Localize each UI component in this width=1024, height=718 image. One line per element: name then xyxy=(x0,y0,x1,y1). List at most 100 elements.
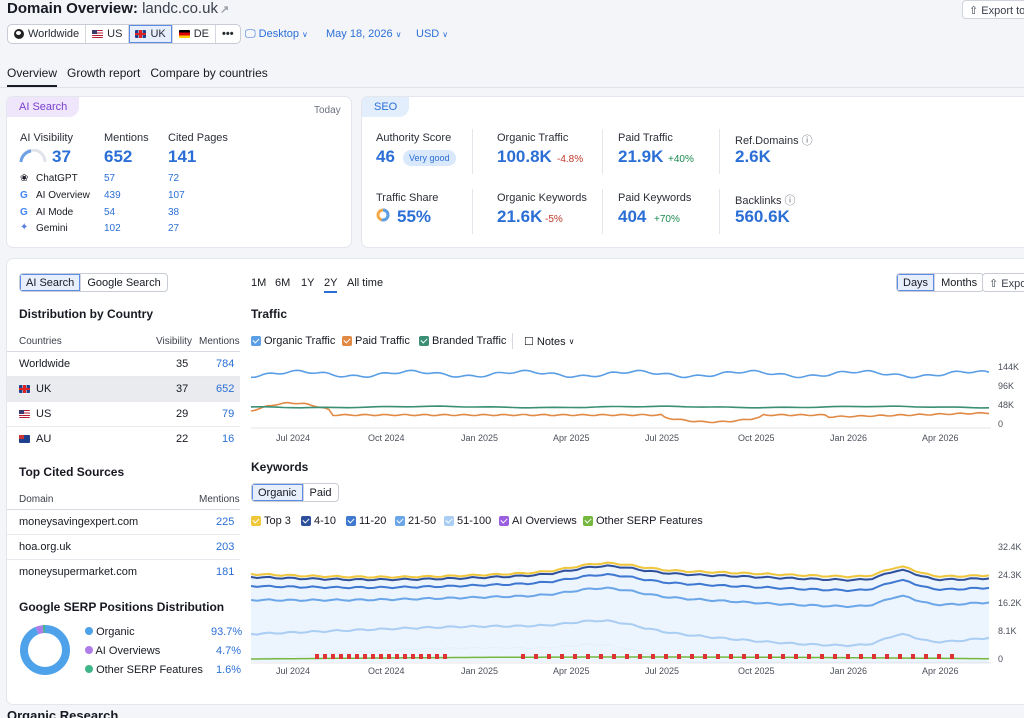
organic-traffic-value[interactable]: 100.8K xyxy=(497,147,552,167)
cited-domain[interactable]: hoa.org.uk xyxy=(19,541,71,553)
db-us[interactable]: US xyxy=(86,25,130,43)
cited-domain[interactable]: moneysupermarket.com xyxy=(19,566,137,578)
event-marker[interactable] xyxy=(690,654,694,659)
event-marker[interactable] xyxy=(703,654,707,659)
event-marker[interactable] xyxy=(363,654,367,659)
event-marker[interactable] xyxy=(573,654,577,659)
event-marker[interactable] xyxy=(833,654,837,659)
event-marker[interactable] xyxy=(521,654,525,659)
cited-mentions[interactable]: 225 xyxy=(216,516,234,528)
platform-cited[interactable]: 27 xyxy=(168,223,179,234)
table-row[interactable]: Worldwide 35 784 xyxy=(7,352,240,377)
ai-visibility-value[interactable]: 37 xyxy=(52,147,71,167)
legend-paid-traffic[interactable]: Paid Traffic xyxy=(342,335,410,347)
traffic-share-value[interactable]: 55% xyxy=(397,207,431,227)
event-marker[interactable] xyxy=(395,654,399,659)
toggle-days[interactable]: Days xyxy=(897,274,936,291)
event-marker[interactable] xyxy=(323,654,327,659)
range-6m[interactable]: 6M xyxy=(275,277,290,289)
event-marker[interactable] xyxy=(411,654,415,659)
event-marker[interactable] xyxy=(560,654,564,659)
legend-organic-traffic[interactable]: Organic Traffic xyxy=(251,335,335,347)
event-marker[interactable] xyxy=(781,654,785,659)
cited-pages-value[interactable]: 141 xyxy=(168,147,196,167)
cited-domain[interactable]: moneysavingexpert.com xyxy=(19,516,138,528)
event-marker[interactable] xyxy=(403,654,407,659)
table-row[interactable]: moneysupermarket.com 181 xyxy=(7,560,240,585)
organic-keywords-value[interactable]: 21.6K xyxy=(497,207,542,227)
toggle-months[interactable]: Months xyxy=(935,274,983,291)
toggle-ai-search[interactable]: AI Search xyxy=(20,274,82,291)
mentions-value[interactable]: 652 xyxy=(104,147,132,167)
event-marker[interactable] xyxy=(419,654,423,659)
chart-export-button[interactable]: ⇧ Expo xyxy=(982,273,1024,292)
platform-cited[interactable]: 72 xyxy=(168,173,179,184)
table-row[interactable]: US 29 79 xyxy=(7,402,240,427)
info-icon[interactable]: ⓘ xyxy=(785,195,796,207)
country-mentions[interactable]: 784 xyxy=(216,358,234,370)
table-row[interactable]: hoa.org.uk 203 xyxy=(7,535,240,560)
event-marker[interactable] xyxy=(638,654,642,659)
info-icon[interactable]: ⓘ xyxy=(802,135,813,147)
notes-dropdown[interactable]: ☐ Notes ∨ xyxy=(524,335,574,349)
toggle-organic[interactable]: Organic xyxy=(252,484,304,501)
event-marker[interactable] xyxy=(347,654,351,659)
platform-mentions[interactable]: 57 xyxy=(104,173,115,184)
event-marker[interactable] xyxy=(651,654,655,659)
event-marker[interactable] xyxy=(379,654,383,659)
paid-keywords-value[interactable]: 404 xyxy=(618,207,646,227)
event-marker[interactable] xyxy=(625,654,629,659)
ref-domains-value[interactable]: 2.6K xyxy=(735,147,771,167)
cited-mentions[interactable]: 181 xyxy=(216,566,234,578)
event-marker[interactable] xyxy=(807,654,811,659)
event-marker[interactable] xyxy=(885,654,889,659)
table-row[interactable]: UK 37 652 xyxy=(7,377,240,402)
range-all-time[interactable]: All time xyxy=(347,277,383,289)
event-marker[interactable] xyxy=(924,654,928,659)
event-marker[interactable] xyxy=(387,654,391,659)
device-dropdown[interactable]: 🖵 Desktop ∨ xyxy=(245,28,308,41)
event-marker[interactable] xyxy=(586,654,590,659)
event-marker[interactable] xyxy=(339,654,343,659)
tab-overview[interactable]: Overview xyxy=(7,66,58,87)
event-marker[interactable] xyxy=(872,654,876,659)
date-dropdown[interactable]: May 18, 2026 ∨ xyxy=(326,28,402,40)
event-marker[interactable] xyxy=(898,654,902,659)
platform-mentions[interactable]: 102 xyxy=(104,223,121,234)
currency-dropdown[interactable]: USD ∨ xyxy=(416,28,448,40)
event-marker[interactable] xyxy=(371,654,375,659)
event-marker[interactable] xyxy=(846,654,850,659)
legend-branded-traffic[interactable]: Branded Traffic xyxy=(419,335,506,347)
event-marker[interactable] xyxy=(677,654,681,659)
export-button[interactable]: ⇧ Export to xyxy=(962,0,1024,19)
domain-name[interactable]: landc.co.uk xyxy=(142,0,218,17)
authority-score-value[interactable]: 46 xyxy=(376,147,395,167)
tab-compare-by-countries[interactable]: Compare by countries xyxy=(150,66,267,87)
toggle-google-search[interactable]: Google Search xyxy=(81,274,166,291)
db-uk[interactable]: UK xyxy=(129,25,173,43)
legend-ai-overviews[interactable]: AI Overviews xyxy=(499,515,577,527)
platform-cited[interactable]: 107 xyxy=(168,190,185,201)
event-marker[interactable] xyxy=(716,654,720,659)
country-mentions[interactable]: 652 xyxy=(216,383,234,395)
country-mentions[interactable]: 16 xyxy=(222,433,234,445)
tab-growth-report[interactable]: Growth report xyxy=(67,66,140,87)
event-marker[interactable] xyxy=(315,654,319,659)
legend-other-serp[interactable]: Other SERP Features xyxy=(583,515,703,527)
legend-top3[interactable]: Top 3 xyxy=(251,515,291,527)
legend-21-50[interactable]: 21-50 xyxy=(395,515,436,527)
event-marker[interactable] xyxy=(742,654,746,659)
range-1m[interactable]: 1M xyxy=(251,277,266,289)
legend-4-10[interactable]: 4-10 xyxy=(301,515,336,527)
event-marker[interactable] xyxy=(859,654,863,659)
table-row[interactable]: AU 22 16 xyxy=(7,427,240,452)
db-worldwide[interactable]: Worldwide xyxy=(8,25,87,43)
event-marker[interactable] xyxy=(331,654,335,659)
event-marker[interactable] xyxy=(755,654,759,659)
legend-11-20[interactable]: 11-20 xyxy=(346,515,386,527)
range-1y[interactable]: 1Y xyxy=(301,277,314,289)
paid-traffic-value[interactable]: 21.9K xyxy=(618,147,663,167)
platform-cited[interactable]: 38 xyxy=(168,207,179,218)
backlinks-value[interactable]: 560.6K xyxy=(735,207,790,227)
event-marker[interactable] xyxy=(911,654,915,659)
